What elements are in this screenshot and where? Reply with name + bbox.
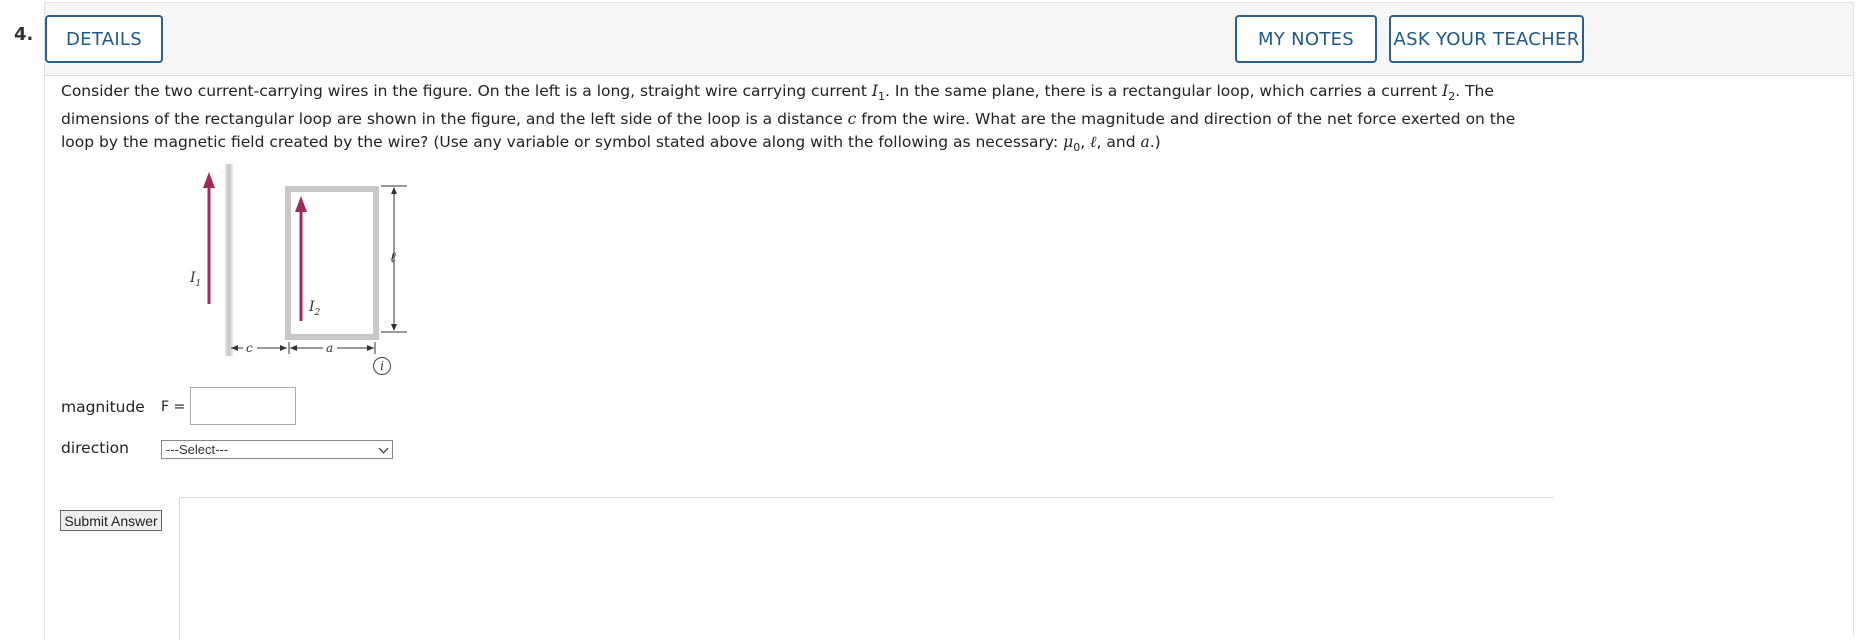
label-I1: I1 [189,270,201,289]
direction-select[interactable]: ---Select--- [161,440,393,459]
question-text: Consider the two current-carrying wires … [61,80,1541,159]
ask-your-teacher-button[interactable]: ASK YOUR TEACHER [1389,15,1584,63]
magnitude-label: magnitude [61,398,145,416]
label-c: c [246,341,253,355]
wire-loop-figure: I1 I2 ℓ c a [189,164,407,356]
label-l: ℓ [390,250,396,266]
question-text-part: Consider the two current-carrying wires … [61,82,872,100]
magnitude-input[interactable] [190,387,296,425]
dim-a-arrow-left [290,345,297,351]
question-text-part: . In the same plane, there is a rectangu… [885,82,1443,100]
question-body: Consider the two current-carrying wires … [44,76,1854,636]
direction-selected-value: ---Select--- [166,442,229,457]
direction-label: direction [61,439,129,457]
divider [44,497,45,640]
dim-l-arrow-bottom [391,324,397,331]
divider [180,497,1554,498]
dim-c-arrow-right [280,345,287,351]
f-equals-label: F = [161,399,186,415]
arrow-I1-head [203,172,215,188]
question-text-part: , [1080,133,1091,152]
question-header: DETAILS MY NOTES ASK YOUR TEACHER [44,2,1854,76]
question-text-part: .) [1149,133,1161,152]
label-I2: I2 [308,299,321,318]
submit-answer-button[interactable]: Submit Answer [60,510,162,531]
divider [179,497,180,640]
dim-a-arrow-right [367,345,374,351]
details-button[interactable]: DETAILS [45,15,163,63]
var-a: a [1140,133,1150,152]
straight-wire [225,164,233,356]
my-notes-button[interactable]: MY NOTES [1235,15,1377,63]
subscript: 1 [878,90,885,104]
info-icon[interactable]: i [373,357,391,375]
var-mu: μ [1063,133,1074,152]
chevron-down-icon [378,443,389,454]
question-text-part: , and [1096,133,1141,152]
arrow-I2-head [295,196,307,212]
question-number: 4. [14,24,34,45]
dim-l-arrow-top [391,187,397,194]
label-a: a [326,341,333,355]
